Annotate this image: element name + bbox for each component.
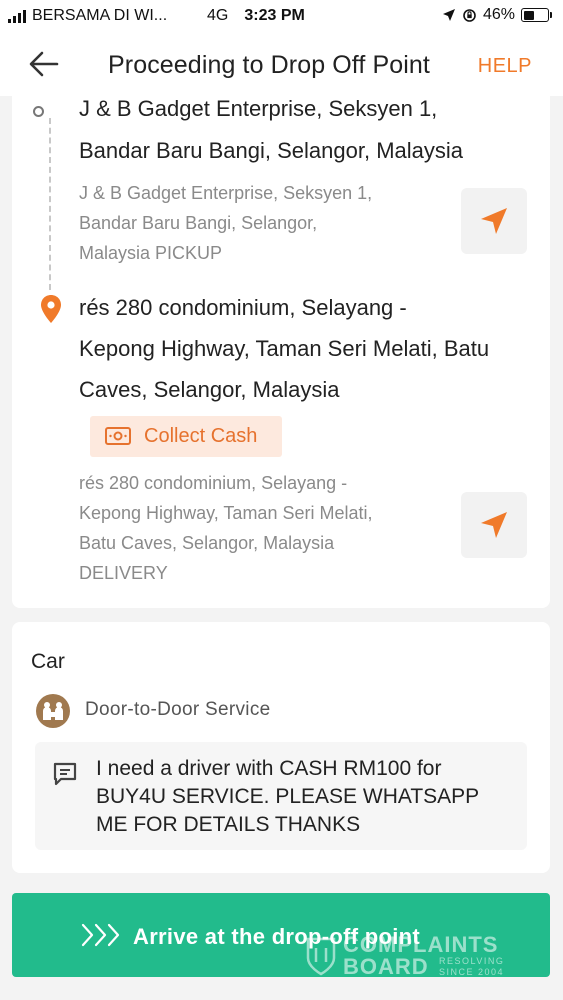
signal-icon bbox=[8, 9, 26, 23]
cash-icon bbox=[105, 427, 131, 445]
pickup-detail-line-2: Bandar Baru Bangi, Selangor, bbox=[79, 213, 318, 233]
order-details-card: Car Door-to-Door Service I need a driver… bbox=[12, 622, 550, 873]
watermark-line-3: RESOLVING bbox=[439, 956, 505, 966]
battery-percent: 46% bbox=[482, 6, 515, 23]
header: Proceeding to Drop Off Point HELP bbox=[0, 32, 563, 96]
shield-logo-icon bbox=[306, 937, 336, 976]
pickup-dot-icon bbox=[33, 106, 44, 117]
orientation-lock-icon bbox=[463, 8, 476, 22]
carrier-name: BERSAMA DI WI... bbox=[32, 7, 168, 24]
dropoff-detail-line-4: DELIVERY bbox=[79, 563, 168, 583]
clock: 3:23 PM bbox=[244, 7, 305, 24]
navigation-arrow-icon bbox=[481, 208, 507, 234]
watermark: COMPLAINTS BOARD RESOLVING SINCE 2004 bbox=[305, 932, 545, 980]
note-line-3: ME FOR DETAILS THANKS bbox=[96, 813, 361, 836]
pickup-title-line-1: J & B Gadget Enterprise, Seksyen 1, bbox=[79, 96, 438, 121]
pickup-detail-line-1: J & B Gadget Enterprise, Seksyen 1, bbox=[79, 183, 373, 203]
location-arrow-icon bbox=[442, 9, 455, 21]
pickup-navigate-button[interactable] bbox=[461, 188, 527, 254]
collect-cash-label: Collect Cash bbox=[144, 425, 258, 447]
dropoff-detail-line-2: Kepong Highway, Taman Seri Melati, bbox=[79, 503, 373, 523]
service-type: Door-to-Door Service bbox=[85, 699, 271, 720]
dropoff-title-line-1: rés 280 condominium, Selayang - bbox=[79, 295, 407, 320]
navigation-arrow-icon bbox=[481, 512, 507, 538]
status-left: BERSAMA DI WI... bbox=[8, 7, 167, 25]
dropoff-detail-line-1: rés 280 condominium, Selayang - bbox=[79, 473, 348, 493]
note-line-2: BUY4U SERVICE. PLEASE WHATSAPP bbox=[96, 785, 480, 808]
arrow-left-icon bbox=[29, 51, 59, 77]
pickup-title-line-2: Bandar Baru Bangi, Selangor, Malaysia bbox=[79, 138, 464, 163]
route-dashed-line bbox=[49, 118, 51, 290]
dropoff-title-line-2: Kepong Highway, Taman Seri Melati, Batu bbox=[79, 336, 490, 361]
dropoff-detail-line-3: Batu Caves, Selangor, Malaysia bbox=[79, 533, 335, 553]
status-bar: BERSAMA DI WI... 4G 3:23 PM 46% bbox=[0, 0, 563, 32]
watermark-line-4: SINCE 2004 bbox=[439, 967, 505, 977]
status-center: 4G 3:23 PM bbox=[207, 7, 305, 25]
note-line-1: I need a driver with CASH RM100 for bbox=[96, 757, 442, 780]
driver-note: I need a driver with CASH RM100 for BUY4… bbox=[35, 742, 527, 850]
battery-icon bbox=[521, 8, 552, 22]
door-to-door-icon bbox=[36, 694, 70, 728]
dropoff-navigate-button[interactable] bbox=[461, 492, 527, 558]
collect-cash-badge: Collect Cash bbox=[90, 416, 282, 457]
pickup-detail-line-3: Malaysia PICKUP bbox=[79, 243, 223, 263]
page-title: Proceeding to Drop Off Point bbox=[108, 51, 430, 79]
back-button[interactable] bbox=[28, 50, 60, 78]
watermark-line-2: BOARD bbox=[343, 954, 429, 979]
status-right: 46% bbox=[442, 6, 552, 24]
dropoff-pin-icon bbox=[41, 295, 61, 323]
battery-level bbox=[523, 10, 535, 20]
network-type: 4G bbox=[207, 7, 229, 24]
help-button[interactable]: HELP bbox=[478, 55, 532, 78]
dropoff-title-line-3: Caves, Selangor, Malaysia bbox=[79, 377, 340, 402]
triple-chevron-icon bbox=[81, 923, 120, 947]
vehicle-type: Car bbox=[31, 650, 65, 673]
note-text: I need a driver with CASH RM100 for BUY4… bbox=[96, 755, 516, 839]
message-icon bbox=[53, 762, 77, 786]
